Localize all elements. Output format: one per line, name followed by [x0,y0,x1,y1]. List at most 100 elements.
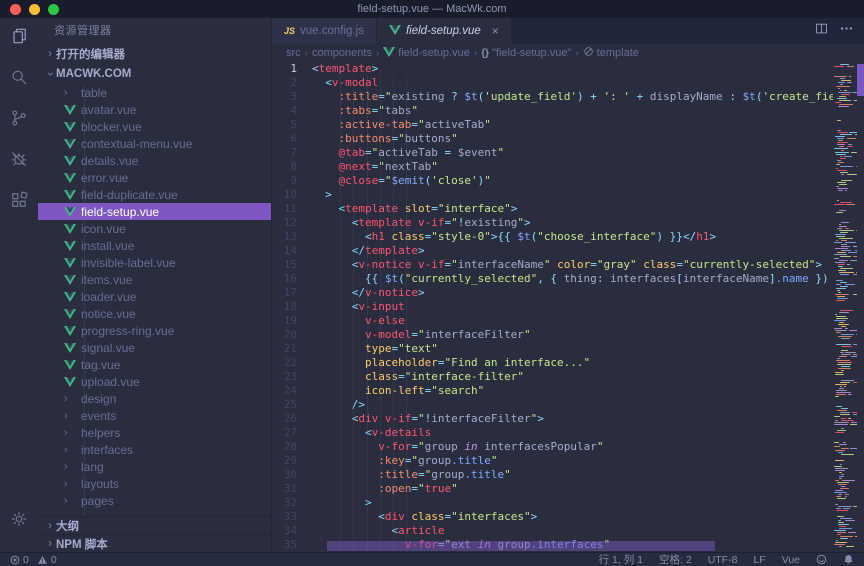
tree-file-icon.vue[interactable]: icon.vue [38,220,271,237]
tree-file-field-duplicate.vue[interactable]: field-duplicate.vue [38,186,271,203]
outline-section[interactable]: › 大纲 [38,516,271,534]
eol-sequence[interactable]: LF [753,554,765,566]
tree-item-label: contextual-menu.vue [81,137,192,151]
indentation[interactable]: 空格: 2 [659,552,692,566]
code-editor[interactable]: 1<template>2 <v-modal3 :title="existing … [272,62,864,552]
tree-folder-events[interactable]: ›events [38,407,271,424]
tree-file-avatar.vue[interactable]: avatar.vue [38,101,271,118]
minimize-window-button[interactable] [29,4,40,15]
tree-file-progress-ring.vue[interactable]: progress-ring.vue [38,322,271,339]
vue-icon [64,156,77,166]
tree-item-label: progress-ring.vue [81,324,174,338]
tab-field-setup.vue[interactable]: field-setup.vue× [377,18,512,44]
tree-folder-interfaces[interactable]: ›interfaces [38,441,271,458]
tree-file-upload.vue[interactable]: upload.vue [38,373,271,390]
breadcrumb-src[interactable]: src [286,47,301,59]
vue-icon [64,139,77,149]
minimap[interactable] [833,62,857,552]
line-number: 2 [272,76,312,90]
language-mode[interactable]: Vue [782,554,800,566]
error-icon [10,555,20,565]
tree-item-label: details.vue [81,154,138,168]
code-line: 2 <v-modal [272,76,833,90]
tree-file-signal.vue[interactable]: signal.vue [38,339,271,356]
files-icon [9,26,29,51]
line-number: 1 [272,62,312,76]
code-line: 11 <template slot="interface"> [272,202,833,216]
open-editors-section[interactable]: › 打开的编辑器 [38,44,271,64]
more-actions-icon[interactable] [839,21,854,41]
vue-icon [64,105,77,115]
tree-file-notice.vue[interactable]: notice.vue [38,305,271,322]
close-window-button[interactable] [10,4,21,15]
code-line: 29 :key="group.title" [272,454,833,468]
tree-file-invisible-label.vue[interactable]: invisible-label.vue [38,254,271,271]
tree-file-tag.vue[interactable]: tag.vue [38,356,271,373]
encoding[interactable]: UTF-8 [708,554,738,566]
workspace-root-label: MACWK.COM [56,68,131,80]
tree-file-loader.vue[interactable]: loader.vue [38,288,271,305]
tree-file-contextual-menu.vue[interactable]: contextual-menu.vue [38,135,271,152]
breadcrumb-label: src [286,47,301,59]
breadcrumb-components[interactable]: components [312,47,372,59]
tree-folder-lang[interactable]: ›lang [38,458,271,475]
npm-scripts-label: NPM 脚本 [56,536,108,552]
line-number: 10 [272,188,312,202]
feedback-icon[interactable] [816,554,827,565]
npm-scripts-section[interactable]: › NPM 脚本 [38,534,271,552]
chevron-right-icon: › [305,48,308,59]
activity-settings[interactable] [0,501,38,542]
file-tree: ›tableavatar.vueblocker.vue contextual-me… [38,84,271,516]
tree-folder-design[interactable]: ›design [38,390,271,407]
tree-item-label: icon.vue [81,222,126,236]
vue-icon [64,292,77,302]
breadcrumb-field-setup.vue[interactable]: {}"field-setup.vue" [481,47,571,59]
tree-file-install.vue[interactable]: install.vue [38,237,271,254]
tree-folder-layouts[interactable]: ›layouts [38,475,271,492]
extensions-icon [9,190,29,215]
code-line: 17 </v-notice> [272,286,833,300]
line-number: 8 [272,160,312,174]
workspace-root-section[interactable]: › MACWK.COM [38,64,271,84]
code-line: 13 <h1 class="style-0">{{ $t("choose_int… [272,230,833,244]
line-number: 16 [272,272,312,286]
line-number: 35 [272,538,312,552]
tree-folder-table[interactable]: ›table [38,84,271,101]
activity-debug[interactable] [0,141,38,182]
activity-explorer[interactable] [0,18,38,59]
tree-file-field-setup.vue[interactable]: field-setup.vue [38,203,271,220]
zoom-window-button[interactable] [48,4,59,15]
code-line: 34 <article [272,524,833,538]
vertical-scrollbar[interactable] [857,62,864,552]
chevron-right-icon: › [64,461,77,473]
tree-folder-helpers[interactable]: ›helpers [38,424,271,441]
chevron-down-icon: › [44,68,56,80]
scrollbar-thumb[interactable] [857,64,864,96]
tree-file-details.vue[interactable]: details.vue [38,152,271,169]
tree-folder-pages[interactable]: ›pages [38,492,271,509]
bell-icon[interactable] [843,554,854,565]
tab-vue.config.js[interactable]: JSvue.config.js [272,18,377,44]
problems-warnings[interactable]: 0 [37,554,57,566]
activity-source-control[interactable] [0,100,38,141]
cursor-position[interactable]: 行 1, 列 1 [599,552,643,566]
activity-search[interactable] [0,59,38,100]
tree-item-label: field-setup.vue [81,205,159,219]
breadcrumb-label: components [312,47,372,59]
line-number: 34 [272,524,312,538]
breadcrumb-template[interactable]: template [583,46,639,60]
line-number: 23 [272,370,312,384]
outline-label: 大纲 [56,518,79,534]
horizontal-scrollbar[interactable] [327,541,715,551]
tree-file-items.vue[interactable]: items.vue [38,271,271,288]
line-number: 26 [272,412,312,426]
split-editor-icon[interactable] [814,21,829,41]
problems-errors[interactable]: 0 [10,554,29,566]
tree-file-error.vue[interactable]: error.vue [38,169,271,186]
breadcrumb-field-setup.vue[interactable]: field-setup.vue [383,47,470,60]
tree-file-blocker.vue[interactable]: blocker.vue [38,118,271,135]
vue-icon [64,173,77,183]
close-icon[interactable]: × [492,24,499,38]
activity-extensions[interactable] [0,182,38,223]
tree-item-label: layouts [81,477,119,491]
